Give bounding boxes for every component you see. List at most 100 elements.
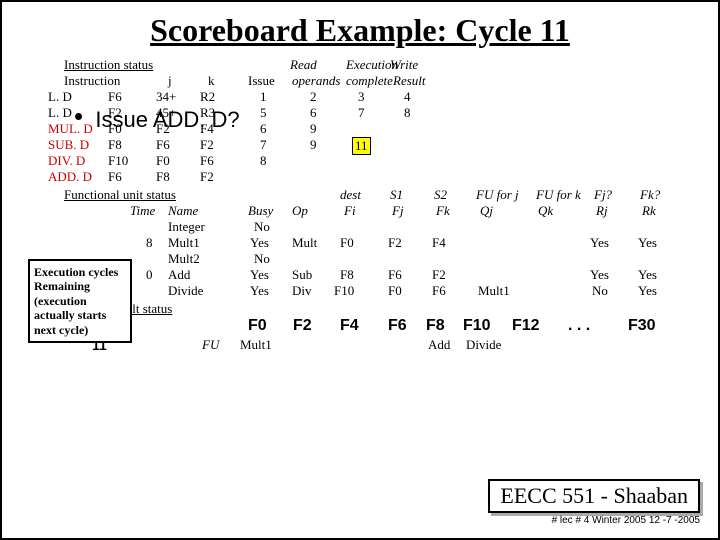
fu-fuj: FU for j (476, 187, 519, 203)
fur4-fk: F6 (432, 283, 446, 299)
lbl-read: Read (290, 57, 317, 73)
fur3-fi: F8 (340, 267, 354, 283)
fu-header: Functional unit status (64, 187, 176, 203)
fu-op: Op (292, 203, 308, 219)
rv3: Add (428, 337, 450, 353)
fu-fjq: Fj? (594, 187, 612, 203)
fu-label: FU (202, 337, 219, 353)
fu-rj: Rj (596, 203, 608, 219)
fur1-o: Mult (292, 235, 317, 251)
ir3-d: F8 (108, 137, 122, 153)
fu-fj: Fj (392, 203, 404, 219)
fur2-b: No (254, 251, 270, 267)
rv4: Divide (466, 337, 501, 353)
ir1-wr: 8 (404, 105, 411, 121)
ir0-iss: 1 (260, 89, 267, 105)
lbl-issue: Issue (248, 73, 275, 89)
fur4-rj: No (592, 283, 608, 299)
footer-small: # lec # 4 Winter 2005 12 -7 -2005 (488, 515, 700, 526)
fur1-fi: F0 (340, 235, 354, 251)
fu-busy: Busy (248, 203, 273, 219)
fu-fuk: FU for k (536, 187, 581, 203)
ir2-d: F0 (108, 121, 122, 137)
ir5-d: F6 (108, 169, 122, 185)
fur3-t: 0 (146, 267, 153, 283)
r-dots: . . . (568, 317, 590, 335)
fu-qj: Qj (480, 203, 493, 219)
lbl-complete: complete (346, 73, 393, 89)
fur1-b: Yes (250, 235, 269, 251)
rv0: Mult1 (240, 337, 272, 353)
fur3-b: Yes (250, 267, 269, 283)
ir5-k: F2 (200, 169, 214, 185)
fur1-n: Mult1 (168, 235, 200, 251)
instr-status-header: Instruction status (64, 57, 153, 73)
r-f30: F30 (628, 317, 656, 335)
ir4-j: F0 (156, 153, 170, 169)
ir1-op: L. D (48, 105, 72, 121)
ir4-op: DIV. D (48, 153, 85, 169)
fur1-fj: F2 (388, 235, 402, 251)
fur4-b: Yes (250, 283, 269, 299)
course-box: EECC 551 - Shaaban (488, 479, 700, 513)
ir0-op: L. D (48, 89, 72, 105)
fu-name: Name (168, 203, 198, 219)
fur1-t: 8 (146, 235, 153, 251)
fur2-n: Mult2 (168, 251, 200, 267)
ir3-rd: 9 (310, 137, 317, 153)
fur1-fk: F4 (432, 235, 446, 251)
lbl-j: j (168, 73, 172, 89)
ir1-ex: 7 (358, 105, 365, 121)
r-f12: F12 (512, 317, 540, 335)
ir1-iss: 5 (260, 105, 267, 121)
ir1-k: R3 (200, 105, 215, 121)
fur3-rk: Yes (638, 267, 657, 283)
ir0-rd: 2 (310, 89, 317, 105)
fu-fk: Fk (436, 203, 450, 219)
fur4-o: Div (292, 283, 312, 299)
ir4-d: F10 (108, 153, 128, 169)
ir3-op: SUB. D (48, 137, 89, 153)
page-title: Scoreboard Example: Cycle 11 (2, 12, 718, 49)
fur4-qj: Mult1 (478, 283, 510, 299)
ir0-k: R2 (200, 89, 215, 105)
fur3-rj: Yes (590, 267, 609, 283)
fu-s1: S1 (390, 187, 403, 203)
ir3-iss: 7 (260, 137, 267, 153)
ir4-k: F6 (200, 153, 214, 169)
fur4-fj: F0 (388, 283, 402, 299)
fu-qk: Qk (538, 203, 553, 219)
r-f6: F6 (388, 317, 407, 335)
r-f2: F2 (293, 317, 312, 335)
ir2-k: F4 (200, 121, 214, 137)
lbl-operands: operands (292, 73, 340, 89)
ir0-j: 34+ (156, 89, 176, 105)
sidenote-box: Execution cycles Remaining (execution ac… (28, 259, 132, 343)
fur3-fk: F2 (432, 267, 446, 283)
fur4-rk: Yes (638, 283, 657, 299)
ir0-wr: 4 (404, 89, 411, 105)
ir5-op: ADD. D (48, 169, 92, 185)
ir1-j: 45+ (156, 105, 176, 121)
lbl-write: Write (390, 57, 418, 73)
ir3-k: F2 (200, 137, 214, 153)
fur3-fj: F6 (388, 267, 402, 283)
fur3-o: Sub (292, 267, 312, 283)
ir3-ex: 11 (352, 137, 371, 155)
ir2-op: MUL. D (48, 121, 93, 137)
fu-fkq: Fk? (640, 187, 660, 203)
fur3-n: Add (168, 267, 190, 283)
fu-s2: S2 (434, 187, 447, 203)
ir2-rd: 9 (310, 121, 317, 137)
ir4-iss: 8 (260, 153, 267, 169)
ir0-ex: 3 (358, 89, 365, 105)
ir2-j: F2 (156, 121, 170, 137)
lbl-instruction: Instruction (64, 73, 120, 89)
fur1-rj: Yes (590, 235, 609, 251)
footer: EECC 551 - Shaaban # lec # 4 Winter 2005… (488, 479, 700, 526)
r-f0: F0 (248, 317, 267, 335)
fu-fi: Fi (344, 203, 356, 219)
fur4-n: Divide (168, 283, 203, 299)
ir3-j: F6 (156, 137, 170, 153)
fu-dest: dest (340, 187, 361, 203)
